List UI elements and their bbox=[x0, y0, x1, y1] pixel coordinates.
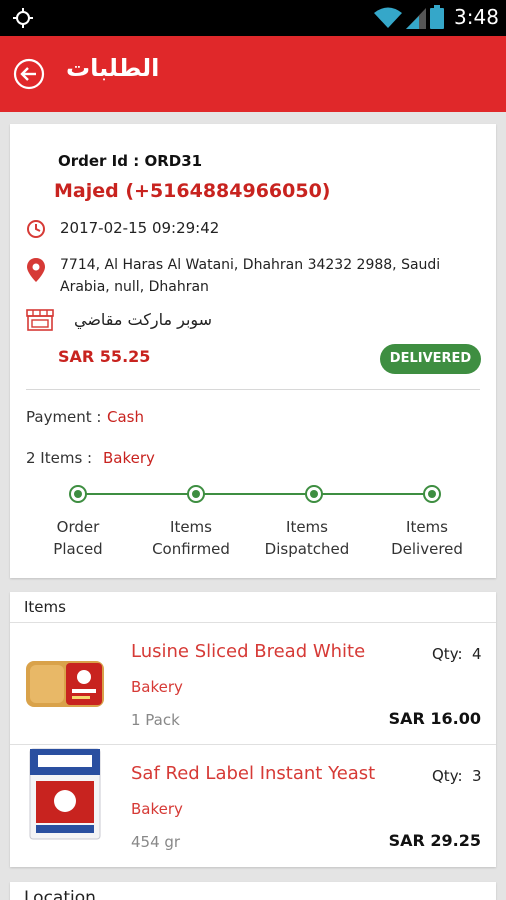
step-label-line2: Confirmed bbox=[152, 540, 230, 558]
step-dot-dispatched bbox=[305, 485, 323, 503]
location-section-title: Location bbox=[24, 888, 96, 900]
step-dot-confirmed bbox=[187, 485, 205, 503]
item-qty: 3 bbox=[472, 767, 482, 785]
step-label-placed: Order Placed bbox=[18, 516, 138, 560]
store-icon bbox=[26, 309, 54, 331]
order-id-label: Order Id : bbox=[58, 152, 140, 170]
items-card: Items Lusine Sliced Bread White Bakery Q… bbox=[10, 592, 496, 867]
app-bar: الطلبات bbox=[0, 36, 506, 112]
battery-icon bbox=[430, 5, 444, 29]
clock-icon bbox=[27, 220, 45, 238]
qty-label: Qty: bbox=[432, 645, 463, 663]
item-category: Bakery bbox=[131, 678, 183, 696]
list-item[interactable]: Saf Red Label Instant Yeast Bakery Qty: … bbox=[10, 745, 496, 867]
yeast-product-image bbox=[29, 748, 101, 840]
items-category: Bakery bbox=[103, 449, 155, 467]
items-section-title: Items bbox=[24, 598, 66, 616]
step-dot-delivered bbox=[423, 485, 441, 503]
qty-label: Qty: bbox=[432, 767, 463, 785]
order-id-value: ORD31 bbox=[144, 152, 203, 170]
item-unit: 454 gr bbox=[131, 833, 181, 851]
progress-track bbox=[78, 493, 432, 495]
step-label-delivered: Items Delivered bbox=[367, 516, 487, 560]
bread-product-image bbox=[26, 661, 104, 707]
step-dot-placed bbox=[69, 485, 87, 503]
step-label-line2: Dispatched bbox=[264, 540, 350, 558]
wifi-icon bbox=[374, 7, 402, 28]
back-arrow-icon[interactable] bbox=[13, 58, 45, 90]
item-price: SAR 16.00 bbox=[388, 709, 481, 728]
delivery-address: 7714, Al Haras Al Watani, Dhahran 34232 … bbox=[60, 257, 441, 295]
item-price: SAR 29.25 bbox=[388, 831, 481, 850]
step-label-dispatched: Items Dispatched bbox=[247, 516, 367, 560]
list-item[interactable]: Lusine Sliced Bread White Bakery Qty: 4 … bbox=[10, 623, 496, 745]
page-title: الطلبات bbox=[66, 54, 160, 82]
location-pin-icon bbox=[27, 258, 45, 282]
step-label-line1: Items bbox=[406, 518, 448, 536]
step-label-line2: Placed bbox=[53, 540, 103, 558]
status-bar: 3:48 bbox=[0, 0, 506, 36]
order-datetime: 2017-02-15 09:29:42 bbox=[60, 219, 220, 237]
item-category: Bakery bbox=[131, 800, 183, 818]
item-qty: 4 bbox=[472, 645, 482, 663]
order-amount: SAR 55.25 bbox=[58, 347, 151, 366]
status-time: 3:48 bbox=[454, 5, 499, 29]
step-label-line2: Delivered bbox=[391, 540, 463, 558]
items-count-label: 2 Items : bbox=[26, 449, 93, 467]
order-id: Order Id : ORD31 bbox=[58, 152, 202, 170]
item-unit: 1 Pack bbox=[131, 711, 180, 729]
customer-name: Majed (+5164884966050) bbox=[54, 180, 331, 202]
step-label-line1: Items bbox=[286, 518, 328, 536]
status-badge: DELIVERED bbox=[380, 344, 481, 374]
gps-icon bbox=[13, 8, 33, 28]
divider bbox=[26, 389, 480, 390]
step-label-line1: Items bbox=[170, 518, 212, 536]
order-card: Order Id : ORD31 Majed (+5164884966050) … bbox=[10, 124, 496, 578]
payment-label: Payment : bbox=[26, 408, 102, 426]
item-name: Saf Red Label Instant Yeast bbox=[131, 763, 376, 784]
signal-icon bbox=[406, 8, 426, 29]
store-name: سوبر ماركت مقاضي bbox=[74, 310, 213, 329]
location-card: Location bbox=[10, 882, 496, 900]
step-label-line1: Order bbox=[56, 518, 100, 536]
item-name: Lusine Sliced Bread White bbox=[131, 641, 366, 662]
step-label-confirmed: Items Confirmed bbox=[131, 516, 251, 560]
payment-value: Cash bbox=[107, 408, 144, 426]
